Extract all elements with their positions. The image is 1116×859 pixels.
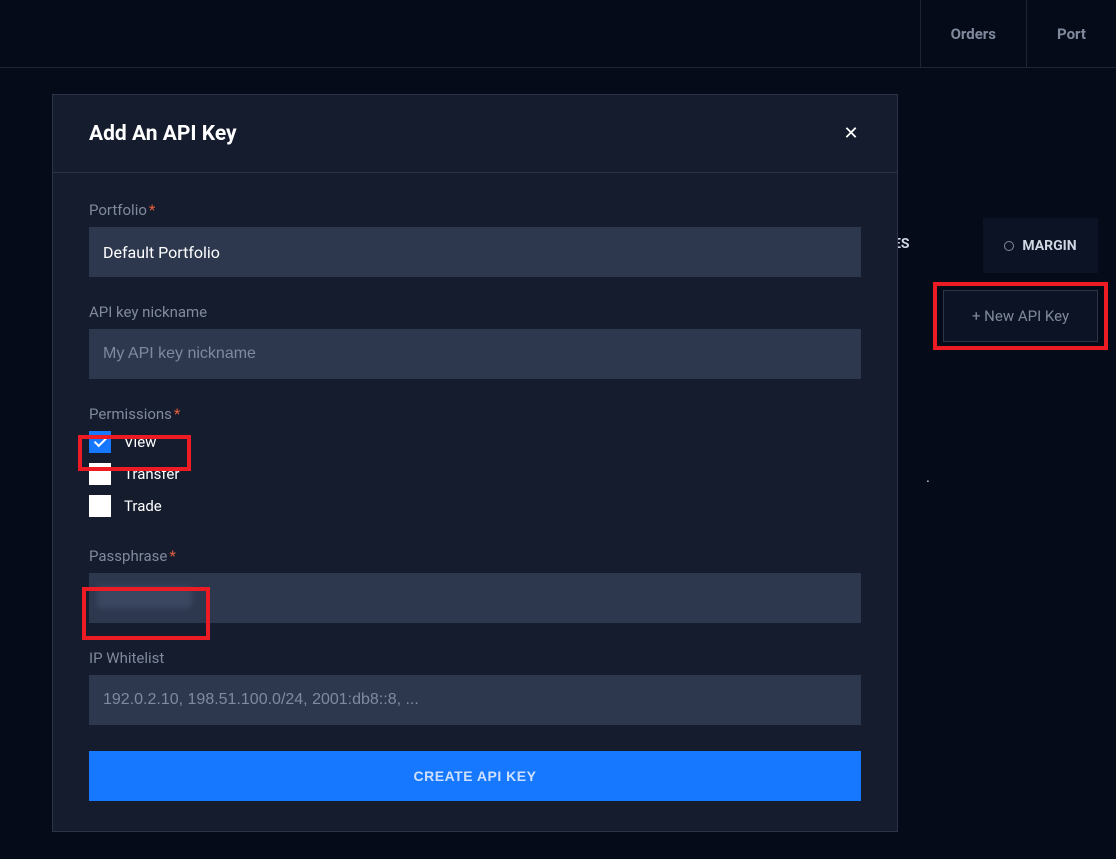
required-asterisk: * bbox=[169, 547, 175, 565]
portfolio-field: Portfolio* Default Portfolio bbox=[89, 201, 861, 277]
permissions-label: Permissions* bbox=[89, 405, 861, 423]
tab-margin[interactable]: MARGIN bbox=[983, 218, 1098, 273]
portfolio-select[interactable]: Default Portfolio bbox=[89, 227, 861, 277]
permission-trade-label: Trade bbox=[124, 497, 162, 515]
margin-circle-icon bbox=[1004, 241, 1014, 251]
permission-trade[interactable]: Trade bbox=[89, 495, 162, 517]
nickname-input[interactable] bbox=[89, 329, 861, 379]
modal-body: Portfolio* Default Portfolio API key nic… bbox=[53, 173, 897, 831]
nav-orders[interactable]: Orders bbox=[920, 0, 1026, 67]
close-icon[interactable]: ✕ bbox=[841, 124, 861, 144]
permissions-field: Permissions* View Transfer Trade bbox=[89, 405, 861, 517]
required-asterisk: * bbox=[149, 201, 155, 219]
topbar: Orders Port bbox=[0, 0, 1116, 68]
tab-margin-label: MARGIN bbox=[1022, 238, 1076, 254]
ip-whitelist-input[interactable] bbox=[89, 675, 861, 725]
highlight-box-passphrase bbox=[82, 587, 210, 640]
nickname-field: API key nickname bbox=[89, 303, 861, 379]
nickname-label: API key nickname bbox=[89, 303, 861, 321]
portfolio-label-text: Portfolio bbox=[89, 201, 147, 219]
modal-header: Add An API Key ✕ bbox=[53, 95, 897, 173]
right-pane: ES MARGIN + New API Key bbox=[896, 68, 1116, 218]
nav-portfolios[interactable]: Port bbox=[1026, 0, 1116, 67]
permissions-label-text: Permissions bbox=[89, 405, 172, 423]
trailing-dot: . bbox=[926, 468, 930, 486]
passphrase-label-text: Passphrase bbox=[89, 547, 167, 565]
portfolio-label: Portfolio* bbox=[89, 201, 861, 219]
passphrase-label: Passphrase* bbox=[89, 547, 861, 565]
ip-whitelist-field: IP Whitelist bbox=[89, 649, 861, 725]
ip-whitelist-label: IP Whitelist bbox=[89, 649, 861, 667]
create-api-key-button[interactable]: CREATE API KEY bbox=[89, 751, 861, 801]
checkbox-trade[interactable] bbox=[89, 495, 111, 517]
highlight-box-new-api-key bbox=[933, 282, 1108, 350]
modal-title: Add An API Key bbox=[89, 122, 237, 146]
highlight-box-view-permission bbox=[78, 435, 191, 471]
required-asterisk: * bbox=[174, 405, 180, 423]
